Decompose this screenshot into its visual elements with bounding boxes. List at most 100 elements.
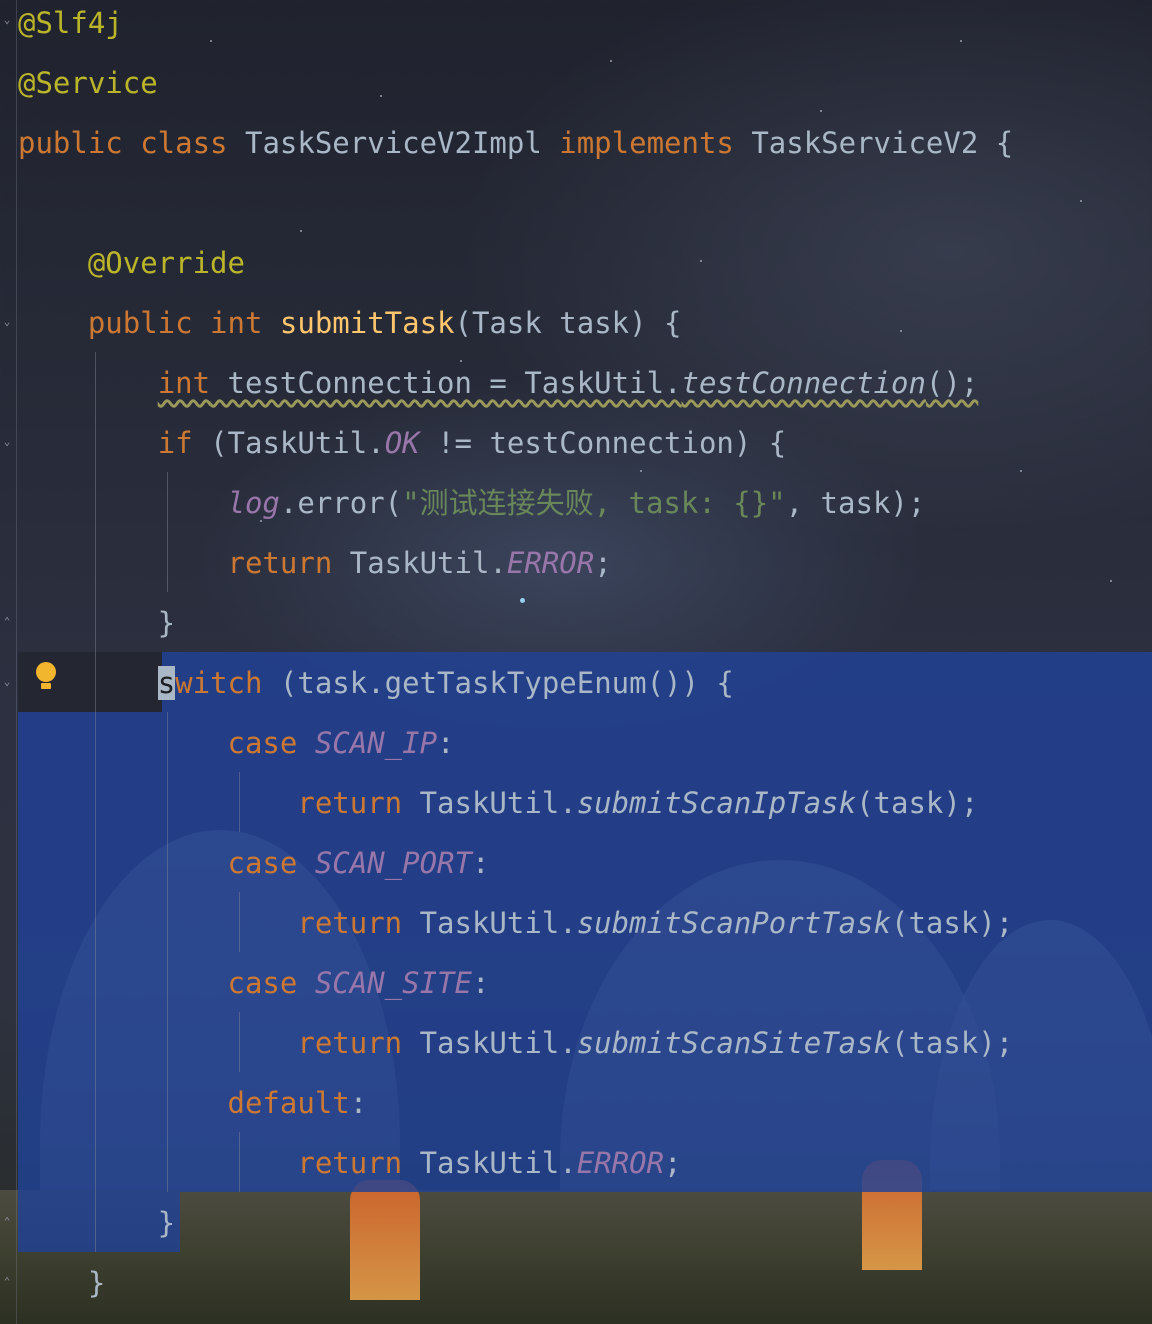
fold-icon[interactable]: ⌄	[1, 676, 13, 688]
code-token: witch	[175, 666, 280, 700]
code-token: , task);	[785, 486, 926, 520]
code-token: if	[157, 426, 211, 460]
code-token: testConnection	[681, 366, 926, 400]
code-line[interactable]: }	[18, 593, 175, 653]
code-token: :	[437, 726, 455, 760]
code-token: return	[297, 786, 420, 820]
code-token: @Service	[18, 66, 158, 100]
fold-icon[interactable]: ⌄	[1, 14, 13, 26]
code-line[interactable]: }	[18, 1193, 175, 1253]
code-token: TaskUtil.	[419, 1146, 577, 1180]
code-token: .error(	[279, 486, 403, 520]
fold-icon[interactable]: ⌃	[1, 1216, 13, 1228]
code-token: case	[227, 846, 315, 880]
code-line[interactable]: return TaskUtil.ERROR;	[18, 533, 612, 593]
fold-icon[interactable]: ⌄	[1, 316, 13, 328]
code-token: submitScanPortTask	[576, 906, 891, 940]
editor-gutter[interactable]	[0, 0, 17, 1324]
code-line[interactable]: case SCAN_SITE:	[18, 953, 490, 1013]
code-line[interactable]: @Override	[18, 233, 245, 293]
code-token: TaskUtil.	[419, 1026, 577, 1060]
code-token: case	[227, 966, 315, 1000]
code-line[interactable]: int testConnection = TaskUtil.testConnec…	[18, 353, 979, 413]
code-line[interactable]: @Service	[18, 53, 158, 113]
code-token: }	[18, 606, 176, 640]
code-token: ();	[925, 366, 979, 400]
code-line[interactable]: case SCAN_IP:	[18, 713, 455, 773]
code-token: TaskUtil.	[419, 906, 577, 940]
code-token: (task);	[891, 1026, 1014, 1060]
code-token: }	[18, 1206, 176, 1240]
code-line[interactable]: case SCAN_PORT:	[18, 833, 490, 893]
code-token: SCAN_PORT	[314, 846, 472, 880]
code-token: (task);	[891, 906, 1014, 940]
code-token: public int	[87, 306, 280, 340]
code-token: TaskServiceV2Impl	[244, 126, 560, 160]
code-token: submitScanSiteTask	[576, 1026, 891, 1060]
code-token: ;	[664, 1146, 682, 1180]
fold-icon[interactable]: ⌃	[1, 616, 13, 628]
code-token: :	[471, 846, 490, 880]
code-token: implements	[559, 126, 752, 160]
code-token: "测试连接失败, task: {}"	[402, 486, 786, 520]
code-token: ERROR	[506, 546, 595, 580]
code-line[interactable]: return TaskUtil.submitScanPortTask(task)…	[18, 893, 1013, 953]
code-token: ERROR	[576, 1146, 665, 1180]
code-token: int	[157, 366, 211, 400]
code-line[interactable]: }	[18, 1253, 105, 1313]
fold-icon[interactable]: ⌃	[1, 1276, 13, 1288]
code-line[interactable]: @Slf4j	[18, 0, 123, 53]
code-token: default	[227, 1086, 350, 1120]
code-line[interactable]: return TaskUtil.ERROR;	[18, 1133, 682, 1193]
code-token: @Slf4j	[18, 6, 123, 40]
code-line[interactable]: default:	[18, 1073, 368, 1133]
code-token: != testConnection) {	[419, 426, 787, 460]
code-token: log	[227, 486, 280, 520]
code-token: SCAN_IP	[314, 726, 438, 760]
code-token: TaskServiceV2 {	[751, 126, 1014, 160]
code-line[interactable]: return TaskUtil.submitScanSiteTask(task)…	[18, 1013, 1013, 1073]
fold-icon[interactable]: ⌄	[1, 436, 13, 448]
code-token: @Override	[87, 246, 245, 280]
code-token: (TaskUtil.	[210, 426, 385, 460]
code-token: OK	[384, 426, 420, 460]
code-token: return	[297, 1026, 420, 1060]
code-token: TaskUtil.	[349, 546, 507, 580]
code-token: return	[227, 546, 350, 580]
code-token: case	[227, 726, 315, 760]
code-token: (task.getTaskTypeEnum()) {	[279, 666, 734, 700]
code-line[interactable]: public int submitTask(Task task) {	[18, 293, 682, 353]
code-token: :	[349, 1086, 368, 1120]
code-token: TaskUtil.	[419, 786, 577, 820]
code-line[interactable]: public class TaskServiceV2Impl implement…	[18, 113, 1013, 173]
code-token: (task);	[856, 786, 979, 820]
code-token: return	[297, 906, 420, 940]
code-token: testConnection = TaskUtil.	[210, 366, 682, 400]
code-line[interactable]: switch (task.getTaskTypeEnum()) {	[18, 653, 734, 713]
code-token: }	[18, 1266, 106, 1300]
code-token: public class	[18, 126, 245, 160]
code-line[interactable]: return TaskUtil.submitScanIpTask(task);	[18, 773, 978, 833]
code-token: ;	[594, 546, 612, 580]
code-token: submitScanIpTask	[576, 786, 857, 820]
code-token: :	[471, 966, 490, 1000]
code-line[interactable]: log.error("测试连接失败, task: {}", task);	[18, 473, 926, 533]
code-line[interactable]: if (TaskUtil.OK != testConnection) {	[18, 413, 787, 473]
code-token: submitTask	[279, 306, 455, 340]
code-token: SCAN_SITE	[314, 966, 472, 1000]
